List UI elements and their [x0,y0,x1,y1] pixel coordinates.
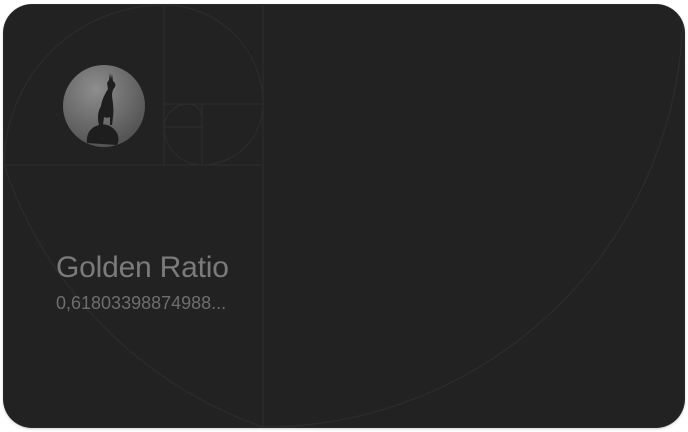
gazelle-logo-icon [63,65,145,147]
golden-ratio-card: Golden Ratio 0,61803398874988... [4,5,684,427]
golden-ratio-value: 0,61803398874988... [56,293,227,313]
card-title: Golden Ratio [56,251,229,284]
golden-spiral-curve-outer [262,6,684,427]
